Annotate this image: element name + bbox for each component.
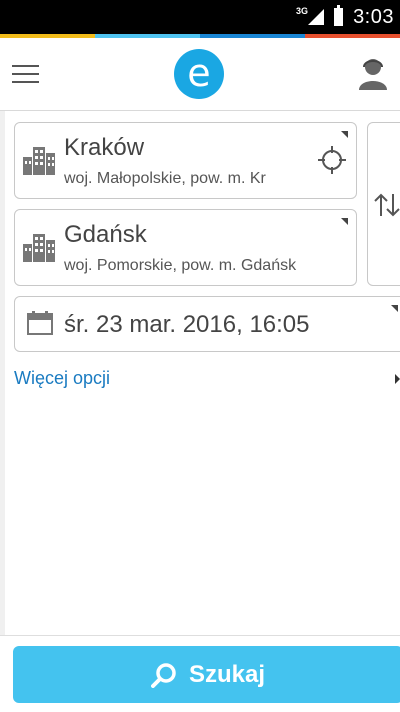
to-location-field[interactable]: Gdańsk woj. Pomorskie, pow. m. Gdańsk — [14, 209, 357, 286]
logo-letter: e — [187, 51, 211, 95]
calendar-icon — [27, 311, 53, 335]
signal-icon — [308, 9, 325, 25]
corner-indicator — [391, 305, 398, 312]
status-bar: 3G 3:03 — [0, 0, 400, 34]
battery-icon — [334, 5, 344, 26]
network-type: 3G — [296, 6, 309, 16]
corner-indicator — [341, 218, 348, 225]
search-button[interactable]: Szukaj — [13, 646, 400, 703]
user-icon[interactable] — [358, 56, 388, 90]
building-icon — [23, 234, 55, 262]
expand-arrow-icon[interactable] — [395, 374, 400, 384]
building-icon — [23, 147, 55, 175]
from-city: Kraków — [64, 134, 145, 161]
clock: 3:03 — [353, 5, 394, 28]
locate-icon[interactable] — [318, 146, 346, 174]
app-bar: e — [0, 38, 400, 111]
date-value: śr. 23 mar. 2016, 16:05 — [64, 311, 310, 338]
corner-indicator — [341, 131, 348, 138]
left-edge — [0, 111, 5, 711]
swap-button[interactable] — [367, 122, 400, 286]
more-options-link[interactable]: Więcej opcji — [14, 368, 110, 389]
from-region: woj. Małopolskie, pow. m. Kr — [64, 170, 266, 187]
app-logo: e — [174, 49, 224, 99]
swap-icon — [374, 193, 400, 217]
hamburger-icon[interactable] — [12, 65, 39, 83]
date-time-field[interactable]: śr. 23 mar. 2016, 16:05 — [14, 296, 400, 352]
to-city: Gdańsk — [64, 221, 147, 248]
from-location-field[interactable]: Kraków woj. Małopolskie, pow. m. Kr — [14, 122, 357, 199]
search-label: Szukaj — [188, 660, 266, 688]
to-region: woj. Pomorskie, pow. m. Gdańsk — [64, 257, 297, 274]
search-icon — [150, 662, 176, 688]
